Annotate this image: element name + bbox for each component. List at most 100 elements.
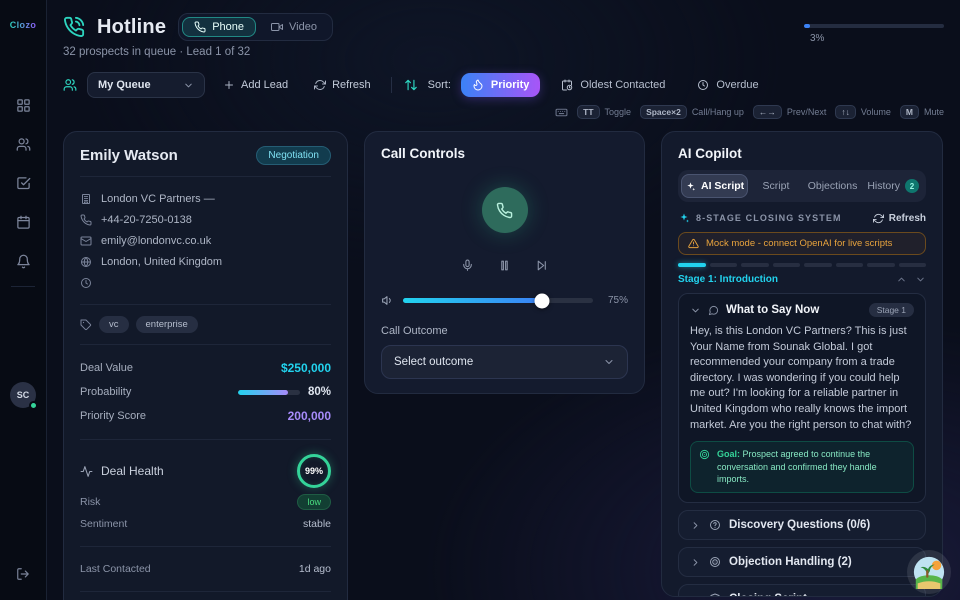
chevron-down-icon xyxy=(603,356,615,368)
chevron-right-icon xyxy=(690,594,701,597)
queue-select[interactable]: My Queue xyxy=(87,72,205,98)
probability-value: 80% xyxy=(308,386,331,398)
tag-pill[interactable]: enterprise xyxy=(136,316,198,333)
stage-segment xyxy=(741,263,769,267)
lead-email: emily@londonvc.co.uk xyxy=(101,235,211,247)
lead-last-call-row xyxy=(80,272,331,293)
kbd-volume: ↑↓ xyxy=(835,105,856,119)
help-circle-icon xyxy=(709,519,721,531)
sidebar-item-dashboard[interactable] xyxy=(10,92,36,118)
accordion-objection-handling[interactable]: Objection Handling (2) xyxy=(678,547,926,577)
target-icon xyxy=(699,449,710,460)
chevron-down-icon[interactable] xyxy=(915,274,926,285)
accordion-closing-script[interactable]: Closing Script xyxy=(678,584,926,597)
sidebar-item-contacts[interactable] xyxy=(10,131,36,157)
queue-select-value: My Queue xyxy=(98,79,151,91)
calendar-icon xyxy=(16,215,31,230)
keyboard-icon xyxy=(555,106,568,119)
mode-toggle: Phone Video xyxy=(178,13,333,41)
sort-arrows-icon xyxy=(404,78,418,92)
sort-oldest-contacted-button[interactable]: Oldest Contacted xyxy=(550,73,676,97)
probability-bar xyxy=(238,390,300,395)
probability-label: Probability xyxy=(80,386,131,398)
pause-icon[interactable] xyxy=(498,259,511,272)
island-fab-button[interactable] xyxy=(907,550,951,594)
add-lead-label: Add Lead xyxy=(241,79,288,91)
volume-fill xyxy=(403,298,542,303)
sentiment-row: Sentiment stable xyxy=(80,513,331,535)
stage-badge: Negotiation xyxy=(256,146,331,165)
script-body: Hey, is this London VC Partners? This is… xyxy=(690,324,914,433)
kbd-prevnext-label: Prev/Next xyxy=(787,107,827,117)
globe-icon xyxy=(80,256,92,268)
lead-card: Emily Watson Negotiation London VC Partn… xyxy=(63,131,348,600)
page-title: Hotline xyxy=(97,16,166,39)
lead-name: Emily Watson xyxy=(80,147,178,164)
copilot-refresh-label: Refresh xyxy=(889,213,926,224)
sort-priority-button[interactable]: Priority xyxy=(461,73,541,97)
sidebar-item-calendar[interactable] xyxy=(10,209,36,235)
sort-oldest-label: Oldest Contacted xyxy=(580,79,665,91)
sidebar-divider xyxy=(11,286,35,287)
skip-forward-icon[interactable] xyxy=(535,259,548,272)
accordion-discovery-questions[interactable]: Discovery Questions (0/6) xyxy=(678,510,926,540)
last-contacted-row: Last Contacted 1d ago xyxy=(80,558,331,580)
activity-icon xyxy=(80,465,93,478)
user-avatar[interactable]: SC xyxy=(10,382,36,408)
sort-label: Sort: xyxy=(428,79,451,91)
mic-icon[interactable] xyxy=(461,259,474,272)
tasks-icon xyxy=(16,176,31,191)
tab-phone[interactable]: Phone xyxy=(182,17,256,37)
add-lead-button[interactable]: Add Lead xyxy=(215,73,296,97)
tab-script[interactable]: Script xyxy=(750,174,802,198)
mock-mode-text: Mock mode - connect OpenAI for live scri… xyxy=(706,238,892,249)
goal-text: Prospect agreed to continue the conversa… xyxy=(717,449,877,484)
sentiment-label: Sentiment xyxy=(80,518,127,530)
ai-copilot-card: AI Copilot AI Script Script Objections H… xyxy=(661,131,943,597)
copilot-refresh-button[interactable]: Refresh xyxy=(873,213,926,224)
call-button[interactable] xyxy=(482,187,528,233)
chevron-down-icon[interactable] xyxy=(690,305,701,316)
deal-health-label: Deal Health xyxy=(101,464,164,478)
tab-ai-script[interactable]: AI Script xyxy=(681,174,748,198)
risk-label: Risk xyxy=(80,496,100,508)
script-title: What to Say Now xyxy=(726,304,862,316)
tag-pill[interactable]: vc xyxy=(99,316,129,333)
sidebar-item-tasks[interactable] xyxy=(10,170,36,196)
keyboard-shortcuts-bar: TTToggle Space×2Call/Hang up ←→Prev/Next… xyxy=(63,105,944,119)
logout-button[interactable] xyxy=(16,567,30,586)
volume-slider[interactable] xyxy=(403,298,593,303)
tab-objections[interactable]: Objections xyxy=(804,174,862,198)
lead-company: London VC Partners — xyxy=(101,193,215,205)
kbd-toggle: TT xyxy=(577,105,599,119)
deal-value: $250,000 xyxy=(281,361,331,375)
phone-icon xyxy=(496,202,513,219)
call-controls-title: Call Controls xyxy=(381,146,628,161)
ai-copilot-title: AI Copilot xyxy=(678,146,926,161)
notifications-icon xyxy=(16,254,31,269)
volume-knob[interactable] xyxy=(534,293,549,308)
lead-email-row[interactable]: emily@londonvc.co.uk xyxy=(80,230,331,251)
sidebar-item-notifications[interactable] xyxy=(10,248,36,274)
tab-history[interactable]: History 2 xyxy=(863,173,923,199)
shield-icon xyxy=(709,593,721,597)
sort-overdue-button[interactable]: Overdue xyxy=(686,73,769,97)
tab-video[interactable]: Video xyxy=(259,17,329,37)
call-outcome-select[interactable]: Select outcome xyxy=(381,345,628,379)
tag-icon xyxy=(80,319,92,331)
lead-location-row: London, United Kingdom xyxy=(80,251,331,272)
tab-script-label: Script xyxy=(763,180,790,192)
lead-phone-row[interactable]: +44-20-7250-0138 xyxy=(80,209,331,230)
kbd-toggle-label: Toggle xyxy=(605,107,632,117)
chevron-up-icon[interactable] xyxy=(896,274,907,285)
tropical-island-icon xyxy=(912,555,946,589)
kbd-mute: M xyxy=(900,105,919,119)
toolbar: My Queue Add Lead Refresh Sort: Priority… xyxy=(63,72,944,98)
refresh-label: Refresh xyxy=(332,79,371,91)
refresh-icon xyxy=(314,79,326,91)
priority-score-label: Priority Score xyxy=(80,410,146,422)
refresh-button[interactable]: Refresh xyxy=(306,73,379,97)
mock-mode-banner: Mock mode - connect OpenAI for live scri… xyxy=(678,232,926,255)
online-status-dot xyxy=(29,401,38,410)
tab-ai-script-label: AI Script xyxy=(701,180,744,192)
